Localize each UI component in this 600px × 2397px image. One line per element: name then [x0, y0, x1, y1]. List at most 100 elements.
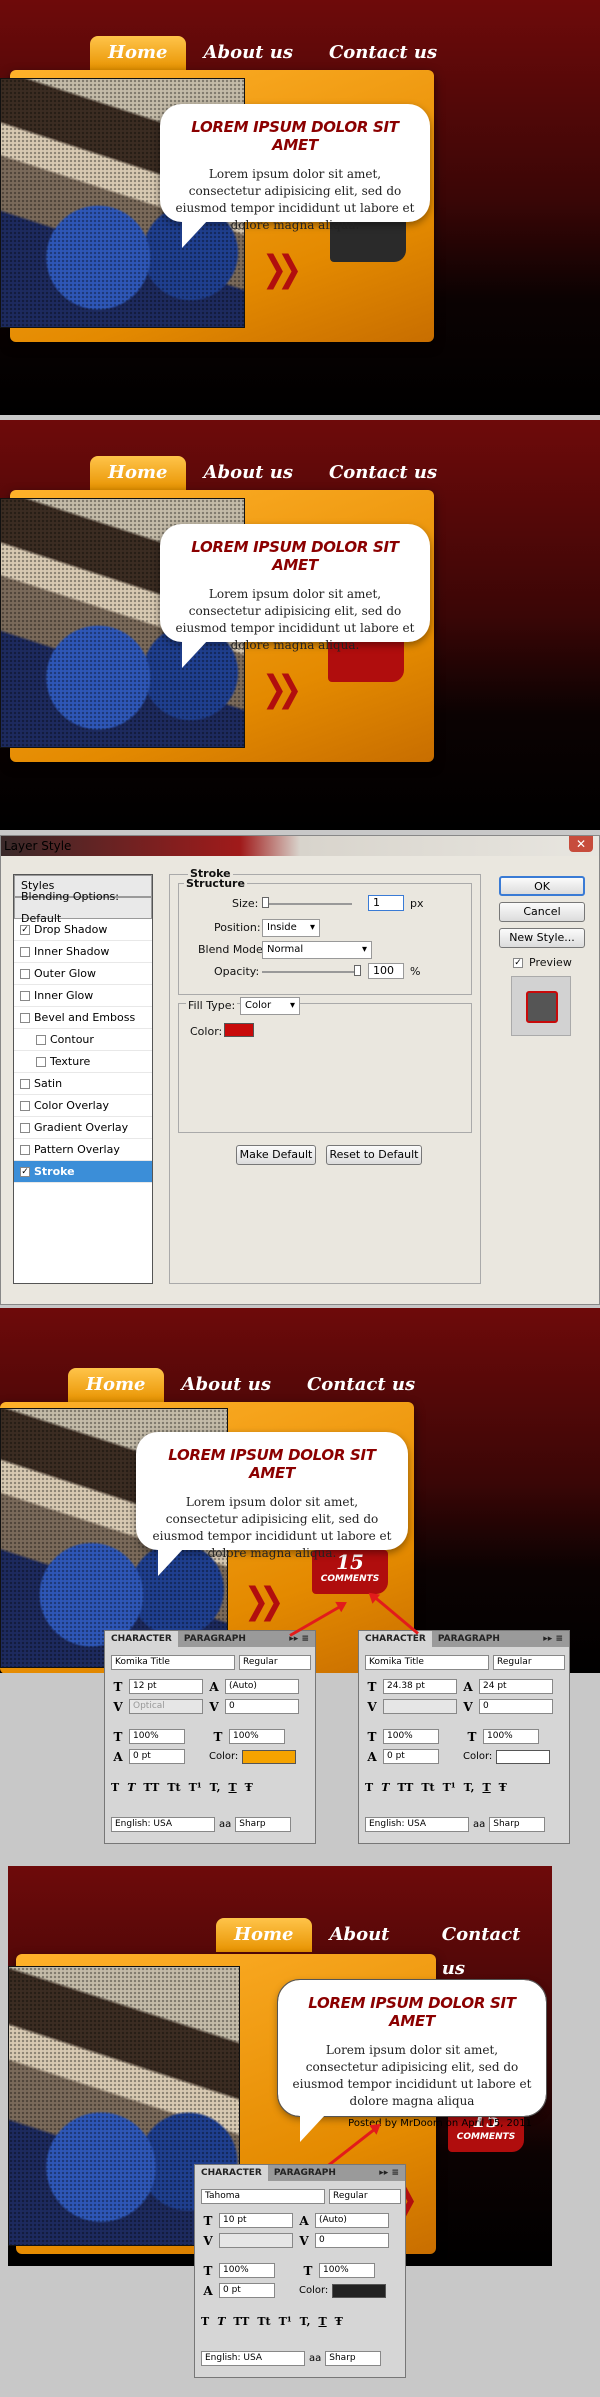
nav-home[interactable]: Home	[68, 1368, 164, 1402]
nav-contact[interactable]: Contact us	[311, 36, 455, 70]
leading-select[interactable]: 24 pt	[479, 1679, 553, 1694]
superscript-button[interactable]: T¹	[443, 1781, 456, 1794]
checkbox-drop-shadow[interactable]: ✓	[20, 924, 30, 935]
text-color-swatch[interactable]	[332, 2283, 387, 2298]
all-caps-button[interactable]: TT	[397, 1781, 413, 1794]
text-color-swatch[interactable]	[496, 1749, 551, 1764]
nav-home[interactable]: Home	[90, 456, 186, 490]
font-style-select[interactable]: Regular	[329, 2189, 401, 2204]
close-icon[interactable]: ✕	[569, 836, 593, 852]
subscript-button[interactable]: T,	[210, 1781, 221, 1794]
style-pattern-overlay[interactable]: Pattern Overlay	[14, 1139, 152, 1161]
font-size-select[interactable]: 24.38 pt	[383, 1679, 457, 1694]
vertical-scale-input[interactable]: 100%	[219, 2263, 275, 2278]
language-select[interactable]: English: USA	[111, 1817, 215, 1832]
size-input[interactable]: 1	[368, 895, 404, 911]
font-style-select[interactable]: Regular	[239, 1655, 311, 1670]
opacity-slider[interactable]	[262, 971, 358, 973]
nav-contact[interactable]: Contact us	[311, 456, 455, 490]
language-select[interactable]: English: USA	[365, 1817, 469, 1832]
new-style-button[interactable]: New Style...	[499, 928, 585, 948]
checkbox-gradient-overlay[interactable]	[20, 1122, 30, 1133]
checkbox-contour[interactable]	[36, 1034, 46, 1045]
checkbox-satin[interactable]	[20, 1078, 30, 1089]
strikethrough-button[interactable]: Ŧ	[499, 1781, 507, 1794]
checkbox-stroke[interactable]: ✓	[20, 1166, 30, 1177]
subscript-button[interactable]: T,	[464, 1781, 475, 1794]
small-caps-button[interactable]: Tt	[257, 2315, 270, 2328]
position-select[interactable]: Inside ▾	[262, 919, 320, 937]
style-gradient-overlay[interactable]: Gradient Overlay	[14, 1117, 152, 1139]
underline-button[interactable]: T	[228, 1781, 236, 1794]
nav-about[interactable]: About us	[312, 1918, 424, 1979]
stroke-color-swatch[interactable]	[224, 1023, 254, 1037]
vertical-scale-input[interactable]: 100%	[383, 1729, 439, 1744]
checkbox-bevel[interactable]	[20, 1012, 30, 1023]
strikethrough-button[interactable]: Ŧ	[245, 1781, 253, 1794]
style-inner-shadow[interactable]: Inner Shadow	[14, 941, 152, 963]
kerning-select[interactable]	[383, 1699, 457, 1714]
nav-contact[interactable]: Contact us	[424, 1918, 552, 1979]
language-select[interactable]: English: USA	[201, 2351, 305, 2366]
tracking-select[interactable]: 0	[225, 1699, 299, 1714]
tab-character[interactable]: CHARACTER	[195, 2165, 268, 2181]
antialias-select[interactable]: Sharp	[235, 1817, 292, 1832]
style-texture[interactable]: Texture	[14, 1051, 152, 1073]
opacity-slider-thumb[interactable]	[354, 965, 361, 976]
fill-type-select[interactable]: Color ▾	[240, 997, 300, 1015]
blending-options[interactable]: Blending Options: Default	[14, 890, 152, 925]
tracking-select[interactable]: 0	[479, 1699, 553, 1714]
antialias-select[interactable]: Sharp	[325, 2351, 382, 2366]
tab-paragraph[interactable]: PARAGRAPH	[268, 2165, 342, 2181]
superscript-button[interactable]: T¹	[279, 2315, 292, 2328]
baseline-input[interactable]: 0 pt	[383, 1749, 439, 1764]
font-size-select[interactable]: 12 pt	[129, 1679, 203, 1694]
style-satin[interactable]: Satin	[14, 1073, 152, 1095]
opacity-input[interactable]: 100	[368, 963, 404, 979]
preview-checkbox[interactable]: ✓	[513, 958, 523, 968]
tab-paragraph[interactable]: PARAGRAPH	[432, 1631, 506, 1647]
nav-contact[interactable]: Contact us	[289, 1368, 433, 1402]
text-color-swatch[interactable]	[242, 1749, 297, 1764]
underline-button[interactable]: T	[482, 1781, 490, 1794]
nav-home[interactable]: Home	[90, 36, 186, 70]
small-caps-button[interactable]: Tt	[421, 1781, 434, 1794]
leading-select[interactable]: (Auto)	[315, 2213, 389, 2228]
horizontal-scale-input[interactable]: 100%	[319, 2263, 375, 2278]
nav-home[interactable]: Home	[216, 1918, 312, 1952]
leading-select[interactable]: (Auto)	[225, 1679, 299, 1694]
faux-bold-button[interactable]: T	[365, 1781, 373, 1794]
baseline-input[interactable]: 0 pt	[129, 1749, 185, 1764]
subscript-button[interactable]: T,	[300, 2315, 311, 2328]
baseline-input[interactable]: 0 pt	[219, 2283, 275, 2298]
strikethrough-button[interactable]: Ŧ	[335, 2315, 343, 2328]
underline-button[interactable]: T	[318, 2315, 326, 2328]
cancel-button[interactable]: Cancel	[499, 902, 585, 922]
faux-italic-button[interactable]: T	[381, 1781, 389, 1794]
blend-mode-select[interactable]: Normal ▾	[262, 941, 372, 959]
reset-default-button[interactable]: Reset to Default	[326, 1145, 422, 1165]
antialias-select[interactable]: Sharp	[489, 1817, 546, 1832]
font-family-select[interactable]: Komika Title	[365, 1655, 489, 1670]
checkbox-color-overlay[interactable]	[20, 1100, 30, 1111]
faux-bold-button[interactable]: T	[111, 1781, 119, 1794]
checkbox-inner-glow[interactable]	[20, 990, 30, 1001]
tracking-select[interactable]: 0	[315, 2233, 389, 2248]
nav-about[interactable]: About us	[186, 456, 311, 490]
kerning-select[interactable]: Optical	[129, 1699, 203, 1714]
style-contour[interactable]: Contour	[14, 1029, 152, 1051]
font-family-select[interactable]: Komika Title	[111, 1655, 235, 1670]
all-caps-button[interactable]: TT	[143, 1781, 159, 1794]
style-bevel-emboss[interactable]: Bevel and Emboss	[14, 1007, 152, 1029]
style-stroke[interactable]: ✓ Stroke	[14, 1161, 152, 1183]
style-outer-glow[interactable]: Outer Glow	[14, 963, 152, 985]
horizontal-scale-input[interactable]: 100%	[483, 1729, 539, 1744]
vertical-scale-input[interactable]: 100%	[129, 1729, 185, 1744]
style-inner-glow[interactable]: Inner Glow	[14, 985, 152, 1007]
horizontal-scale-input[interactable]: 100%	[229, 1729, 285, 1744]
size-slider[interactable]	[262, 903, 352, 905]
font-style-select[interactable]: Regular	[493, 1655, 565, 1670]
size-slider-thumb[interactable]	[262, 897, 269, 908]
checkbox-inner-shadow[interactable]	[20, 946, 30, 957]
checkbox-pattern-overlay[interactable]	[20, 1144, 30, 1155]
